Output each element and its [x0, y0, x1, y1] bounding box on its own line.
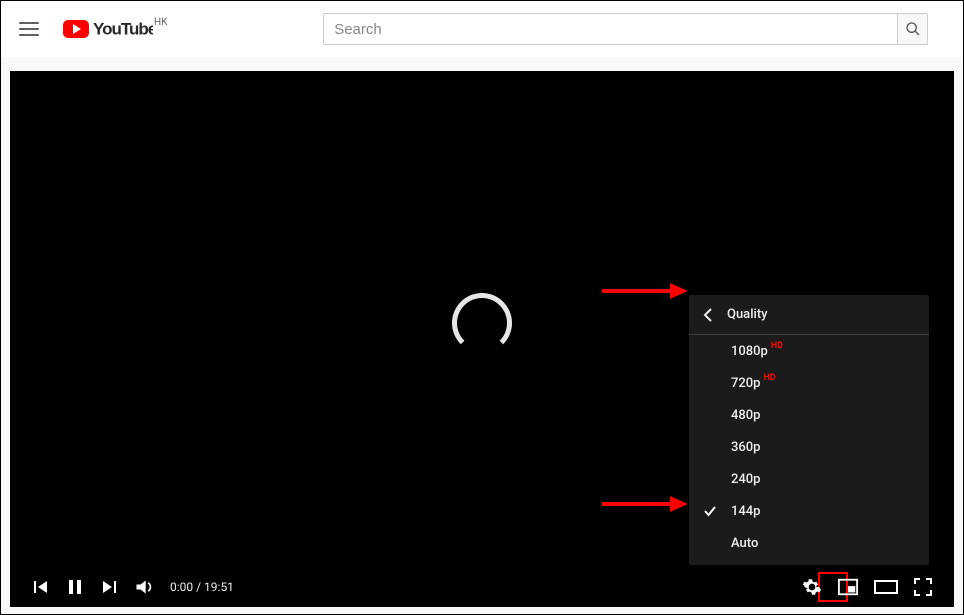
- pause-icon: [66, 578, 84, 596]
- quality-option[interactable]: Auto: [689, 527, 929, 559]
- check-icon: [703, 504, 717, 518]
- quality-label: 360p: [731, 440, 760, 455]
- fullscreen-icon: [914, 578, 932, 596]
- quality-option[interactable]: 144p: [689, 495, 929, 527]
- quality-label: 144p: [731, 504, 760, 519]
- content-area: Quality 1080pHD720pHD480p360p240p144pAut…: [1, 57, 963, 614]
- quality-label: 480p: [731, 408, 760, 423]
- quality-menu: Quality 1080pHD720pHD480p360p240p144pAut…: [689, 295, 929, 565]
- gear-icon: [802, 577, 822, 597]
- search-container: [304, 13, 947, 45]
- theater-button[interactable]: [866, 567, 906, 607]
- video-player[interactable]: Quality 1080pHD720pHD480p360p240p144pAut…: [10, 71, 954, 607]
- quality-label: 1080p: [731, 344, 768, 359]
- annotation-arrow-icon: [600, 281, 690, 301]
- search-button[interactable]: [898, 13, 928, 45]
- skip-previous-icon: [32, 578, 50, 596]
- hd-badge: HD: [763, 373, 775, 383]
- quality-option[interactable]: 720pHD: [689, 367, 929, 399]
- settings-button[interactable]: [794, 567, 830, 607]
- chevron-left-icon: [703, 308, 713, 322]
- next-button[interactable]: [92, 567, 126, 607]
- quality-label: 720p: [731, 376, 760, 391]
- fullscreen-button[interactable]: [906, 567, 940, 607]
- quality-menu-header[interactable]: Quality: [689, 295, 929, 335]
- skip-next-icon: [100, 578, 118, 596]
- quality-option[interactable]: 240p: [689, 463, 929, 495]
- miniplayer-button[interactable]: [830, 567, 866, 607]
- hd-badge: HD: [771, 341, 783, 351]
- region-label: HK: [154, 17, 167, 28]
- time-display: 0:00 / 19:51: [162, 580, 234, 594]
- quality-option[interactable]: 360p: [689, 431, 929, 463]
- header: YouTube HK: [1, 1, 963, 57]
- pause-button[interactable]: [58, 567, 92, 607]
- quality-option[interactable]: 480p: [689, 399, 929, 431]
- quality-label: 240p: [731, 472, 760, 487]
- theater-icon: [874, 578, 898, 596]
- svg-text:YouTube: YouTube: [93, 20, 153, 39]
- player-controls: 0:00 / 19:51: [10, 567, 954, 607]
- quality-option[interactable]: 1080pHD: [689, 335, 929, 367]
- annotation-arrow-icon: [600, 494, 690, 514]
- loading-spinner-icon: [452, 293, 512, 353]
- search-icon: [905, 21, 921, 37]
- search-input[interactable]: [323, 13, 898, 45]
- quality-label: Auto: [731, 536, 758, 551]
- previous-button[interactable]: [24, 567, 58, 607]
- volume-button[interactable]: [126, 567, 162, 607]
- youtube-logo[interactable]: YouTube HK: [63, 19, 166, 39]
- miniplayer-icon: [838, 578, 858, 596]
- volume-icon: [134, 577, 154, 597]
- quality-title: Quality: [727, 307, 768, 322]
- menu-icon[interactable]: [17, 17, 41, 41]
